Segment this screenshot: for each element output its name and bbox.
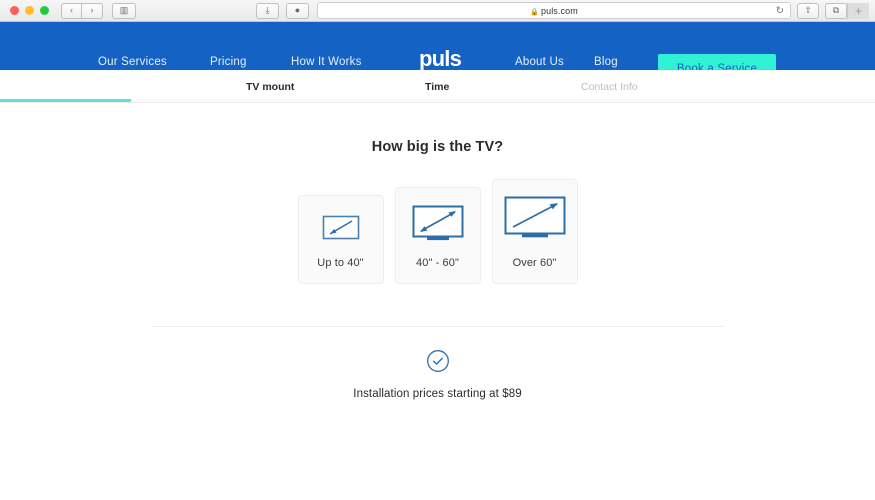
url-text-wrapper: 🔒 puls.com xyxy=(318,6,790,16)
progress-fill xyxy=(0,99,131,102)
new-tab-button[interactable]: + xyxy=(847,2,869,19)
nav-link-blog[interactable]: Blog xyxy=(594,56,618,68)
browser-chrome: ‹ › ▥ ⤓ ● 🔒 puls.com ↻ ⇧ ⧉ + xyxy=(0,0,875,22)
main-content: How big is the TV? Up to 40" 40" - 60" O… xyxy=(0,139,875,500)
extension-icon[interactable]: ● xyxy=(286,2,309,19)
sidebar-toggle-icon[interactable]: ▥ xyxy=(112,2,136,19)
address-bar[interactable]: 🔒 puls.com ↻ xyxy=(317,2,791,19)
check-circle-icon xyxy=(426,349,450,373)
share-icon[interactable]: ⇧ xyxy=(797,2,819,19)
nav-link-how-it-works[interactable]: How It Works xyxy=(291,56,362,68)
close-window-button[interactable] xyxy=(10,6,19,15)
step-time[interactable]: Time xyxy=(425,81,449,93)
booking-steps-bar: TV mount Time Contact Info xyxy=(0,70,875,103)
tv-small-icon xyxy=(299,196,383,257)
downloads-icon[interactable]: ⤓ xyxy=(256,2,279,19)
minimize-window-button[interactable] xyxy=(25,6,34,15)
maximize-window-button[interactable] xyxy=(40,6,49,15)
progress-track xyxy=(0,99,875,102)
section-divider xyxy=(151,326,724,327)
window-traffic-lights xyxy=(10,6,49,15)
price-note-block: Installation prices starting at $89 xyxy=(0,349,875,400)
tv-size-option-40-to-60[interactable]: 40" - 60" xyxy=(394,187,481,284)
logo-text: puls xyxy=(418,46,462,71)
url-text: puls.com xyxy=(541,5,578,16)
step-contact-info: Contact Info xyxy=(581,81,638,93)
step-tv-mount[interactable]: TV mount xyxy=(246,81,294,93)
browser-navigation-arrows: ‹ › xyxy=(61,2,103,19)
tabs-overview-icon[interactable]: ⧉ xyxy=(825,2,847,19)
page-title: How big is the TV? xyxy=(371,139,504,155)
tv-medium-icon xyxy=(396,188,480,257)
tv-size-option-up-to-40[interactable]: Up to 40" xyxy=(297,195,384,284)
lock-icon: 🔒 xyxy=(530,8,539,16)
browser-toolbar-right: ⇧ ⧉ xyxy=(797,2,847,19)
tv-size-label-over-60: Over 60" xyxy=(512,257,557,269)
nav-link-our-services[interactable]: Our Services xyxy=(98,56,167,68)
browser-toolbar-middle: ⤓ ● xyxy=(256,2,309,19)
nav-link-pricing[interactable]: Pricing xyxy=(210,56,247,68)
tv-size-label-40-to-60: 40" - 60" xyxy=(416,257,459,269)
price-note-text: Installation prices starting at $89 xyxy=(353,388,522,400)
back-button[interactable]: ‹ xyxy=(61,2,82,19)
site-navigation-bar: Our Services Pricing How It Works puls A… xyxy=(0,22,875,84)
nav-link-about-us[interactable]: About Us xyxy=(515,56,564,68)
tv-large-icon xyxy=(493,180,577,257)
reload-icon[interactable]: ↻ xyxy=(776,5,784,16)
tv-size-label-up-to-40: Up to 40" xyxy=(317,257,364,269)
tv-size-option-over-60[interactable]: Over 60" xyxy=(491,179,578,284)
tv-size-options: Up to 40" 40" - 60" Over 60" xyxy=(0,179,875,284)
forward-button[interactable]: › xyxy=(82,2,103,19)
